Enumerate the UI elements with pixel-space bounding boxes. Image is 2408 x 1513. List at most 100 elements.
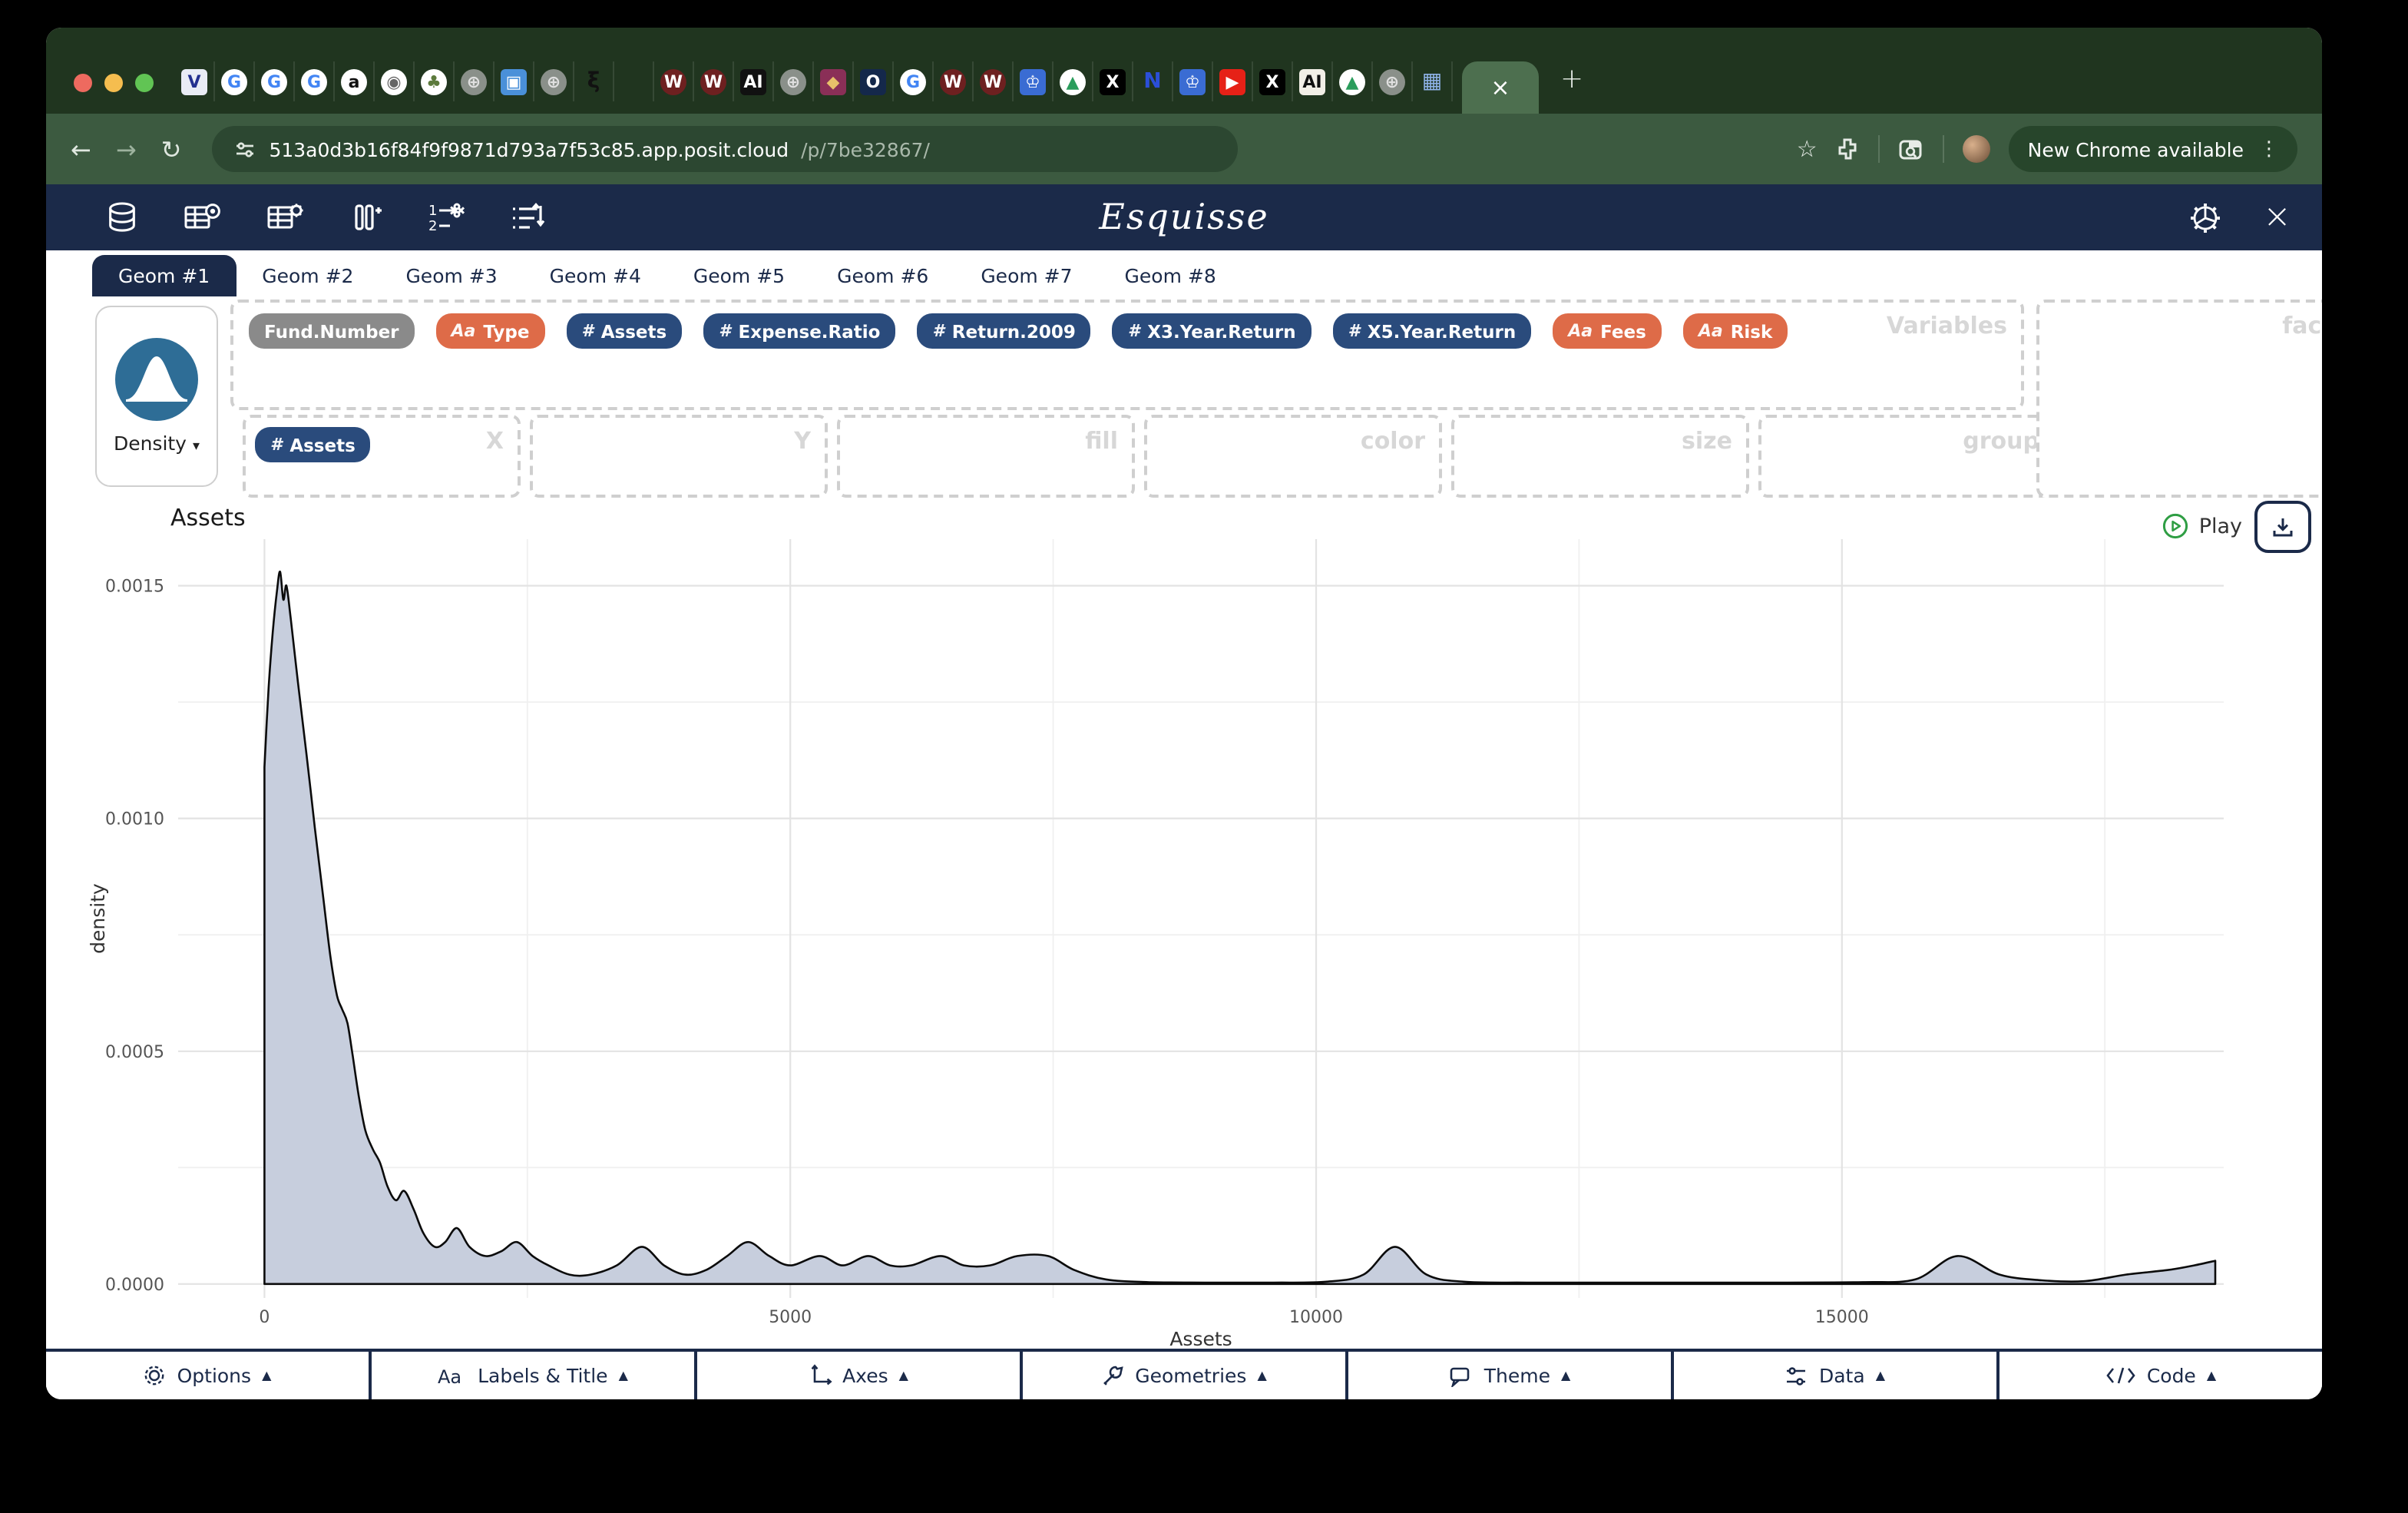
geom-tab-5[interactable]: Geom #5 <box>667 255 811 296</box>
pinned-tab[interactable]: G <box>295 61 335 101</box>
fill-dropzone[interactable]: fill <box>837 415 1135 498</box>
pinned-tab[interactable]: ◆ <box>814 61 854 101</box>
address-bar[interactable]: 513a0d3b16f84f9f9871d793a7f53c85.app.pos… <box>212 126 1238 172</box>
pinned-tab[interactable]: ⊕ <box>534 61 574 101</box>
import-data-icon[interactable] <box>104 200 140 235</box>
download-plot-button[interactable] <box>2254 501 2311 553</box>
filter-data-icon[interactable]: 1 2 <box>427 200 467 235</box>
pinned-tab[interactable]: AI <box>734 61 774 101</box>
drive-icon: ▲ <box>1339 68 1365 94</box>
color-watermark: color <box>1361 427 1425 455</box>
y-dropzone[interactable]: Y <box>530 415 828 498</box>
geom-selector-dropdown[interactable]: Density ▾ <box>95 306 218 487</box>
group-dropzone[interactable]: group <box>1758 415 2056 498</box>
axes-icon <box>809 1364 832 1387</box>
axes-collapse-button[interactable]: Axes▲ <box>697 1352 1023 1399</box>
variable-pill-risk[interactable]: AaRisk <box>1683 313 1788 349</box>
extensions-icon[interactable] <box>1836 137 1861 161</box>
geom-tab-1[interactable]: Geom #1 <box>92 255 236 296</box>
pinned-tab[interactable]: ξ <box>574 61 614 101</box>
pinned-tab[interactable]: ⊕ <box>1373 61 1413 101</box>
theme-collapse-button[interactable]: Theme▲ <box>1348 1352 1674 1399</box>
play-button[interactable]: Play <box>2162 513 2242 539</box>
pinned-tab[interactable]: V <box>175 61 215 101</box>
pinned-tab[interactable]: W <box>934 61 974 101</box>
pinned-tab[interactable]: ▣ <box>495 61 534 101</box>
forward-button[interactable]: → <box>116 134 137 164</box>
facet-dropzone[interactable]: facet <box>2036 300 2322 498</box>
geom-tab-4[interactable]: Geom #4 <box>524 255 667 296</box>
variable-pill-fund.number[interactable]: Fund.Number <box>249 313 415 349</box>
minimize-window-button[interactable] <box>104 74 123 92</box>
variables-dropzone[interactable]: Fund.Number AaType #Assets #Expense.Ratio #R… <box>230 300 2024 410</box>
tab-search-icon[interactable] <box>1899 137 1925 161</box>
geometries-collapse-button[interactable]: Geometries▲ <box>1023 1352 1348 1399</box>
code-collapse-button[interactable]: Code▲ <box>2000 1352 2322 1399</box>
pinned-tab[interactable]: G <box>894 61 934 101</box>
labels-title-collapse-button[interactable]: AaLabels & Title▲ <box>372 1352 697 1399</box>
pinned-tab[interactable]: G <box>215 61 255 101</box>
geom-tab-7[interactable]: Geom #7 <box>954 255 1098 296</box>
variable-pill-assets[interactable]: #Assets <box>255 427 371 462</box>
pinned-tab[interactable]: G <box>255 61 295 101</box>
pinned-tab[interactable]: ♔ <box>1173 61 1213 101</box>
data-collapse-button[interactable]: Data▲ <box>1674 1352 2000 1399</box>
options-collapse-button[interactable]: Options▲ <box>46 1352 372 1399</box>
pinned-tab[interactable]: X <box>1093 61 1133 101</box>
geom-tab-2[interactable]: Geom #2 <box>236 255 379 296</box>
zoom-window-button[interactable] <box>135 74 154 92</box>
variable-pill-x5.year.return[interactable]: #X5.Year.Return <box>1333 313 1532 349</box>
sort-data-icon[interactable] <box>510 200 547 235</box>
pinned-tab[interactable]: O <box>854 61 894 101</box>
pill-label: Risk <box>1731 320 1773 342</box>
geom-tab-3[interactable]: Geom #3 <box>379 255 523 296</box>
pinned-tab[interactable]: ♣ <box>415 61 455 101</box>
variable-pill-fees[interactable]: AaFees <box>1553 313 1662 349</box>
pinned-tab[interactable]: ▦ <box>1413 61 1453 101</box>
pinned-tab[interactable]: ▲ <box>1054 61 1093 101</box>
pinned-tab[interactable]: ▲ <box>1333 61 1373 101</box>
tree-icon: ♣ <box>421 68 447 94</box>
create-column-icon[interactable] <box>349 200 384 235</box>
wrench-icon <box>1101 1364 1124 1387</box>
variable-pill-expense.ratio[interactable]: #Expense.Ratio <box>703 313 895 349</box>
pinned-tab[interactable]: ◉ <box>375 61 415 101</box>
settings-gear-icon[interactable] <box>2186 199 2223 236</box>
chrome-update-label: New Chrome available <box>2028 137 2244 161</box>
pinned-tab[interactable] <box>614 61 654 101</box>
close-tab-icon[interactable]: × <box>1490 74 1510 101</box>
variable-pill-return.2009[interactable]: #Return.2009 <box>917 313 1090 349</box>
pinned-tab[interactable]: ⊕ <box>455 61 495 101</box>
pinned-tab[interactable]: ▶ <box>1213 61 1253 101</box>
variable-pill-assets[interactable]: #Assets <box>566 313 682 349</box>
pinned-tab[interactable]: N <box>1133 61 1173 101</box>
pinned-tab[interactable]: AI <box>1293 61 1333 101</box>
menu-kebab-icon[interactable]: ⋮ <box>2259 137 2279 161</box>
x-dropzone[interactable]: X#Assets <box>243 415 521 498</box>
color-dropzone[interactable]: color <box>1144 415 1442 498</box>
bookmark-star-icon[interactable]: ☆ <box>1797 135 1818 163</box>
site-settings-icon[interactable] <box>233 137 256 161</box>
new-tab-button[interactable]: + <box>1560 63 1583 95</box>
chrome-update-button[interactable]: New Chrome available ⋮ <box>2009 126 2297 172</box>
close-window-button[interactable] <box>74 74 92 92</box>
geom-tab-8[interactable]: Geom #8 <box>1099 255 1242 296</box>
pinned-tab[interactable]: W <box>694 61 734 101</box>
pinned-tab[interactable]: a <box>335 61 375 101</box>
close-app-icon[interactable]: × <box>2263 200 2291 234</box>
pinned-tab[interactable]: W <box>974 61 1014 101</box>
pinned-tab[interactable]: W <box>654 61 694 101</box>
geom-tab-6[interactable]: Geom #6 <box>811 255 954 296</box>
profile-avatar[interactable] <box>1963 135 1991 163</box>
variable-pill-x3.year.return[interactable]: #X3.Year.Return <box>1113 313 1312 349</box>
pinned-tab[interactable]: ⊕ <box>774 61 814 101</box>
variable-pill-type[interactable]: AaType <box>436 313 545 349</box>
pinned-tab[interactable]: ♔ <box>1014 61 1054 101</box>
pinned-tab[interactable]: X <box>1253 61 1293 101</box>
update-variables-icon[interactable] <box>266 200 306 235</box>
size-dropzone[interactable]: size <box>1451 415 1749 498</box>
active-tab[interactable]: × <box>1462 61 1539 114</box>
back-button[interactable]: ← <box>71 134 91 164</box>
reload-button[interactable]: ↻ <box>161 134 182 164</box>
show-data-icon[interactable] <box>183 200 223 235</box>
